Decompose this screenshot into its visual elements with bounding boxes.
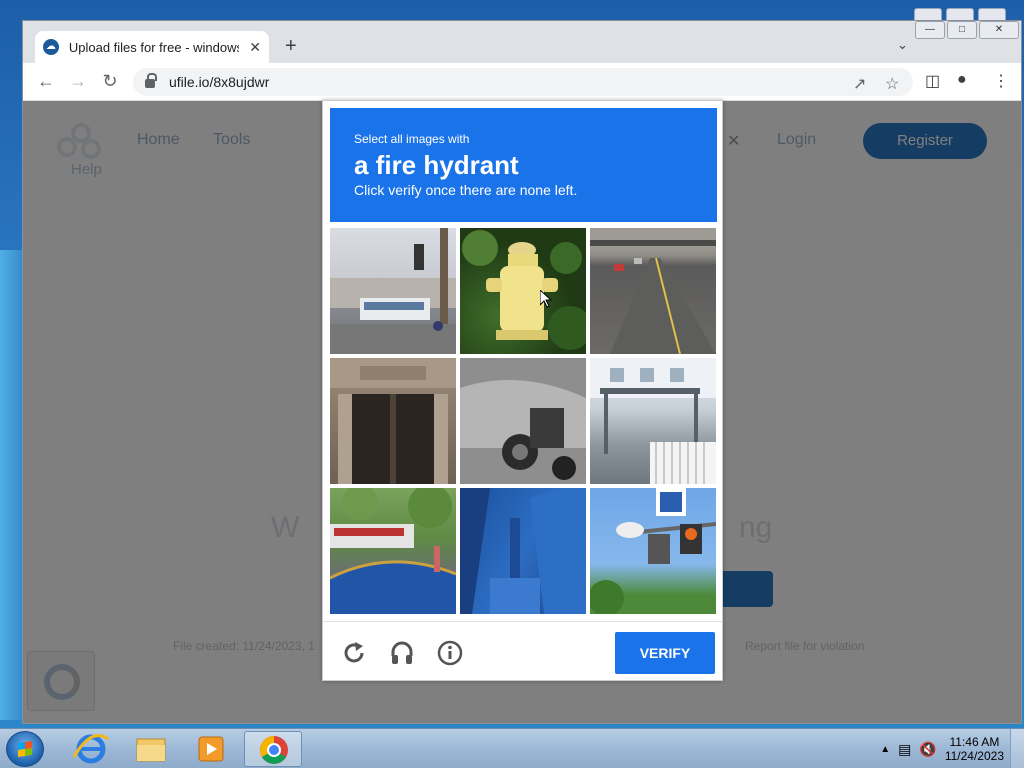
network-icon[interactable]: ▤ bbox=[898, 741, 911, 758]
captcha-instruction: Click verify once there are none left. bbox=[354, 182, 578, 198]
traffic-light-tile[interactable] bbox=[590, 488, 716, 614]
back-arrow-icon[interactable]: ← bbox=[35, 71, 57, 92]
tab-search-chevron-icon[interactable]: ⌄ bbox=[897, 37, 908, 53]
menu-kebab-icon[interactable]: ⋮ bbox=[993, 71, 1009, 91]
volume-muted-icon[interactable]: 🔇 bbox=[919, 741, 936, 758]
info-icon[interactable] bbox=[437, 640, 463, 666]
url-text[interactable]: ufile.io/8x8ujdwr bbox=[169, 74, 269, 90]
clock[interactable]: 11:46 AM 11/24/2023 bbox=[945, 735, 1004, 763]
lock-icon bbox=[145, 73, 157, 88]
captcha-header: Select all images with a fire hydrant Cl… bbox=[330, 108, 717, 222]
internet-explorer-icon[interactable] bbox=[62, 731, 120, 767]
system-tray: ▲ ▤ 🔇 11:46 AM 11/24/2023 bbox=[880, 735, 1004, 763]
bus-stop-tile[interactable] bbox=[590, 358, 716, 484]
street-bus-tile[interactable] bbox=[330, 228, 456, 354]
verify-button[interactable]: VERIFY bbox=[615, 632, 715, 674]
tab-title: Upload files for free - windows 7 bbox=[68, 39, 240, 55]
clock-date: 11/24/2023 bbox=[944, 749, 1004, 763]
captcha-image-grid bbox=[330, 228, 717, 615]
file-explorer-icon[interactable] bbox=[122, 731, 180, 767]
browser-toolbar: ← → ↻ ufile.io/8x8ujdwr ↗ ☆ ◫ ● ⋮ bbox=[23, 63, 1021, 101]
clock-time: 11:46 AM bbox=[949, 735, 1000, 749]
windows-logo-icon bbox=[18, 741, 32, 757]
road-tile[interactable] bbox=[590, 228, 716, 354]
taskbar: ▲ ▤ 🔇 11:46 AM 11/24/2023 bbox=[0, 728, 1024, 768]
share-icon[interactable]: ↗ bbox=[853, 74, 866, 94]
tray-expand-icon[interactable]: ▲ bbox=[880, 744, 890, 755]
blue-structure-tile[interactable] bbox=[460, 488, 586, 614]
ufile-icon: ☁ bbox=[43, 39, 59, 55]
new-tab-button[interactable]: + bbox=[285, 35, 297, 58]
bookmark-star-icon[interactable]: ☆ bbox=[885, 74, 899, 94]
motorcycle-car-tile[interactable] bbox=[460, 358, 586, 484]
side-panel-icon[interactable]: ◫ bbox=[925, 71, 940, 91]
reload-icon[interactable]: ↻ bbox=[99, 71, 121, 92]
profile-avatar-icon[interactable]: ● bbox=[957, 71, 967, 89]
captcha-intro: Select all images with bbox=[354, 132, 470, 146]
show-desktop-button[interactable] bbox=[1010, 729, 1024, 768]
tab-strip: ☁ Upload files for free - windows 7 ✕ + … bbox=[23, 21, 1021, 63]
fire-hydrant-tile[interactable] bbox=[460, 228, 586, 354]
reload-challenge-icon[interactable] bbox=[341, 640, 367, 666]
train-fence-tile[interactable] bbox=[330, 488, 456, 614]
captcha-footer: VERIFY bbox=[323, 621, 722, 681]
media-player-icon[interactable] bbox=[182, 731, 240, 767]
captcha-challenge: Select all images with a fire hydrant Cl… bbox=[322, 100, 723, 681]
building-entrance-tile[interactable] bbox=[330, 358, 456, 484]
mouse-cursor-icon bbox=[540, 290, 552, 308]
captcha-target: a fire hydrant bbox=[354, 150, 519, 180]
address-bar[interactable]: ufile.io/8x8ujdwr ↗ ☆ bbox=[133, 68, 913, 96]
audio-challenge-icon[interactable] bbox=[389, 640, 415, 666]
browser-tab[interactable]: ☁ Upload files for free - windows 7 ✕ bbox=[35, 31, 269, 63]
start-button[interactable] bbox=[6, 731, 44, 767]
forward-arrow-icon[interactable]: → bbox=[67, 71, 89, 92]
tab-close-icon[interactable]: ✕ bbox=[249, 39, 261, 56]
chrome-taskbar-icon[interactable] bbox=[244, 731, 302, 767]
